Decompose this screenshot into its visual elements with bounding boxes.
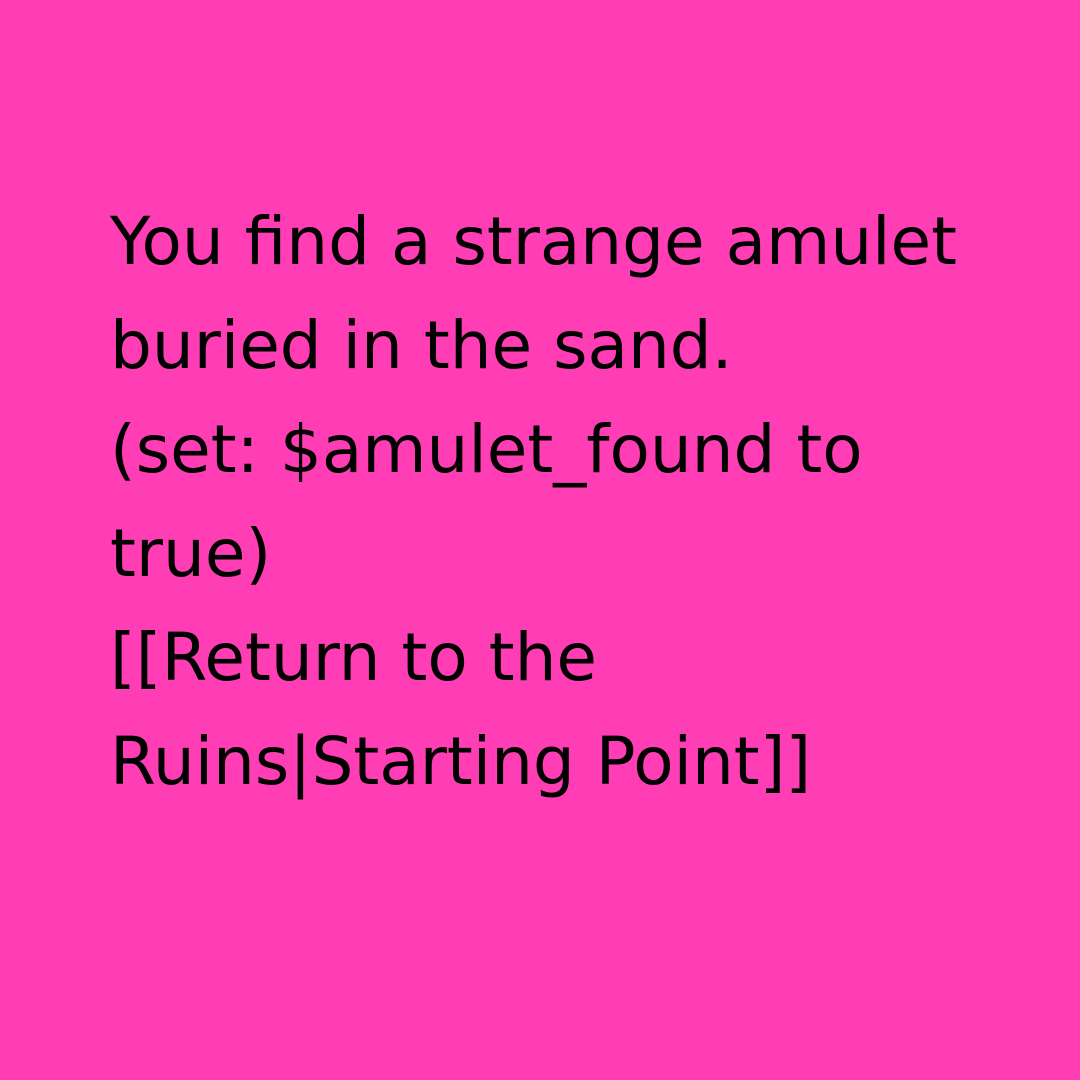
passage-line: buried in the sand.: [110, 307, 733, 384]
story-card: You find a strange amulet buried in the …: [0, 0, 1080, 1080]
passage-line: [[Return to the: [110, 619, 598, 696]
passage-line: You find a strange amulet: [110, 203, 957, 280]
passage-text: You find a strange amulet buried in the …: [110, 190, 1010, 814]
passage-line: true): [110, 515, 272, 592]
passage-line: (set: $amulet_found to: [110, 411, 863, 488]
passage-line: Ruins|Starting Point]]: [110, 723, 812, 800]
